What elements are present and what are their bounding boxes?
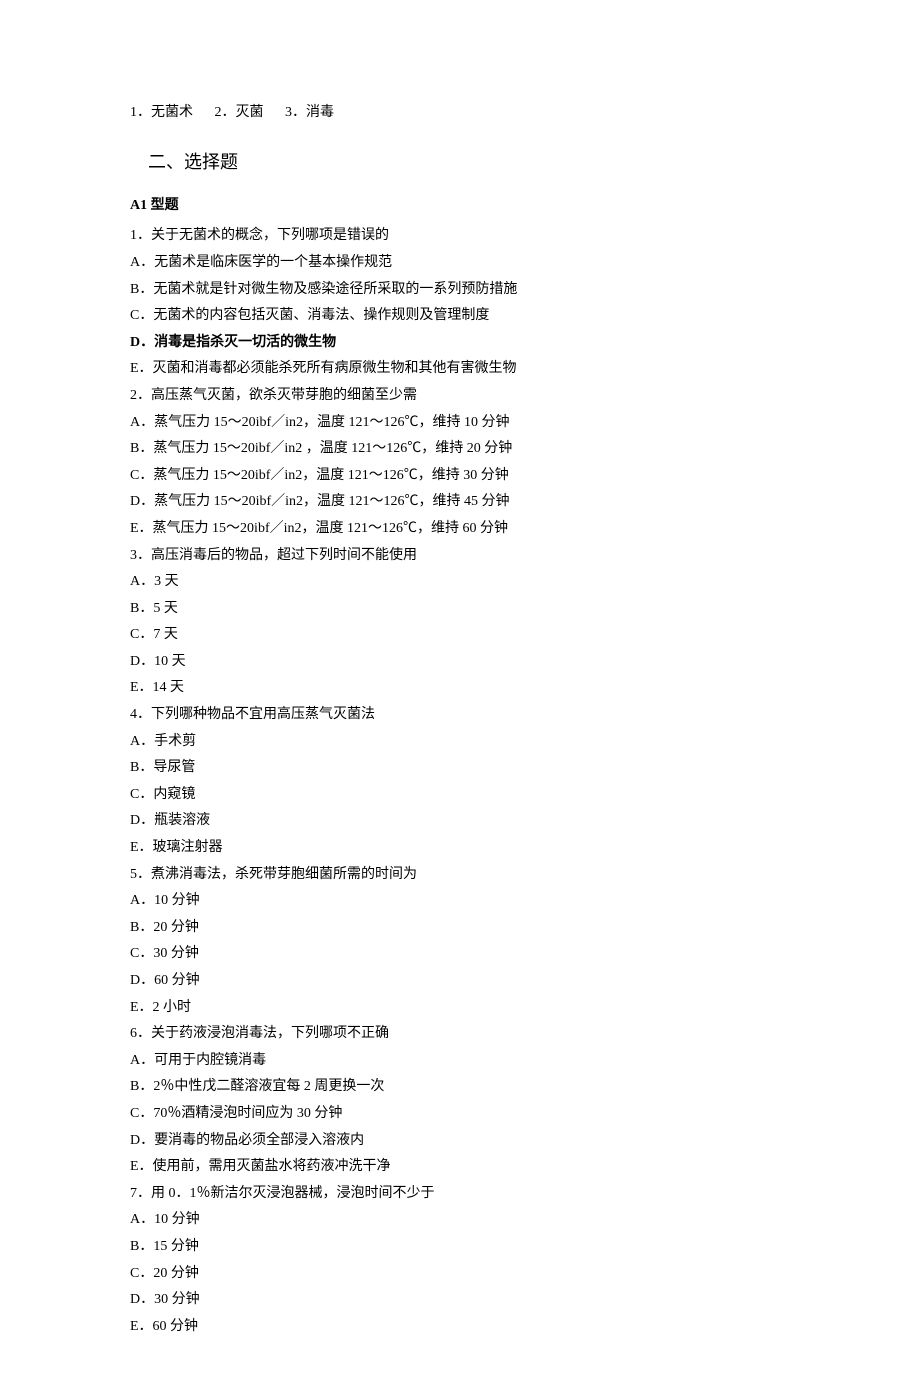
q5-stem: 5．煮沸消毒法，杀死带芽胞细菌所需的时间为 (130, 862, 790, 889)
q2-stem: 2．高压蒸气灭菌，欲杀灭带芽胞的细菌至少需 (130, 383, 790, 410)
q6-option-d: D．要消毒的物品必须全部浸入溶液内 (130, 1128, 790, 1155)
section-2-heading: 二、选择题 (130, 145, 790, 179)
q2-option-e: E．蒸气压力 15～20ibf／in2，温度 121～126℃，维持 60 分钟 (130, 516, 790, 543)
q5-option-e: E．2 小时 (130, 995, 790, 1022)
term-2-num: 2． (215, 105, 236, 120)
q1-option-b: B．无菌术就是针对微生物及感染途径所采取的一系列预防措施 (130, 277, 790, 304)
term-3: 3．消毒 (285, 100, 334, 127)
q3-option-b: B．5 天 (130, 596, 790, 623)
term-2-text: 灭菌 (236, 105, 264, 120)
q4-option-c: C．内窥镜 (130, 782, 790, 809)
q2-option-c: C．蒸气压力 15～20ibf／in2，温度 121～126℃，维持 30 分钟 (130, 463, 790, 490)
term-3-num: 3． (285, 105, 306, 120)
q5-option-d: D．60 分钟 (130, 968, 790, 995)
q2-option-b: B．蒸气压力 15～20ibf／in2 ，温度 121～126℃，维持 20 分… (130, 436, 790, 463)
q2-option-a: A．蒸气压力 15～20ibf／in2，温度 121～126℃，维持 10 分钟 (130, 410, 790, 437)
q3-option-d: D．10 天 (130, 649, 790, 676)
term-1-num: 1． (130, 105, 151, 120)
q3-option-c: C．7 天 (130, 622, 790, 649)
q1-option-e: E．灭菌和消毒都必须能杀死所有病原微生物和其他有害微生物 (130, 356, 790, 383)
q6-option-b: B．2％中性戊二醛溶液宜每 2 周更换一次 (130, 1074, 790, 1101)
term-1: 1．无菌术 (130, 100, 193, 127)
q6-stem: 6．关于药液浸泡消毒法，下列哪项不正确 (130, 1021, 790, 1048)
term-3-text: 消毒 (306, 105, 334, 120)
q5-option-b: B．20 分钟 (130, 915, 790, 942)
q6-option-c: C．70％酒精浸泡时间应为 30 分钟 (130, 1101, 790, 1128)
q1-option-d: D．消毒是指杀灭一切活的微生物 (130, 330, 790, 357)
q5-option-c: C．30 分钟 (130, 941, 790, 968)
q6-option-e: E．使用前，需用灭菌盐水将药液冲洗干净 (130, 1154, 790, 1181)
q3-option-a: A．3 天 (130, 569, 790, 596)
q1-option-a: A．无菌术是临床医学的一个基本操作规范 (130, 250, 790, 277)
q4-stem: 4．下列哪种物品不宜用高压蒸气灭菌法 (130, 702, 790, 729)
q2-option-d: D．蒸气压力 15～20ibf／in2，温度 121～126℃，维持 45 分钟 (130, 489, 790, 516)
q4-option-e: E．玻璃注射器 (130, 835, 790, 862)
q7-option-d: D．30 分钟 (130, 1287, 790, 1314)
q4-option-b: B．导尿管 (130, 755, 790, 782)
q1-option-c: C．无菌术的内容包括灭菌、消毒法、操作规则及管理制度 (130, 303, 790, 330)
term-1-text: 无菌术 (151, 105, 193, 120)
q3-stem: 3．高压消毒后的物品，超过下列时间不能使用 (130, 543, 790, 570)
q4-option-d: D．瓶装溶液 (130, 808, 790, 835)
q7-option-c: C．20 分钟 (130, 1261, 790, 1288)
question-type-a1: A1 型题 (130, 193, 790, 220)
terms-line: 1．无菌术 2．灭菌 3．消毒 (130, 100, 790, 127)
q6-option-a: A．可用于内腔镜消毒 (130, 1048, 790, 1075)
q7-option-b: B．15 分钟 (130, 1234, 790, 1261)
q1-stem: 1．关于无菌术的概念，下列哪项是错误的 (130, 223, 790, 250)
q7-option-e: E．60 分钟 (130, 1314, 790, 1341)
q7-stem: 7．用 0．1％新洁尔灭浸泡器械，浸泡时间不少于 (130, 1181, 790, 1208)
q5-option-a: A．10 分钟 (130, 888, 790, 915)
q7-option-a: A．10 分钟 (130, 1207, 790, 1234)
term-2: 2．灭菌 (215, 100, 264, 127)
q3-option-e: E．14 天 (130, 675, 790, 702)
q4-option-a: A．手术剪 (130, 729, 790, 756)
